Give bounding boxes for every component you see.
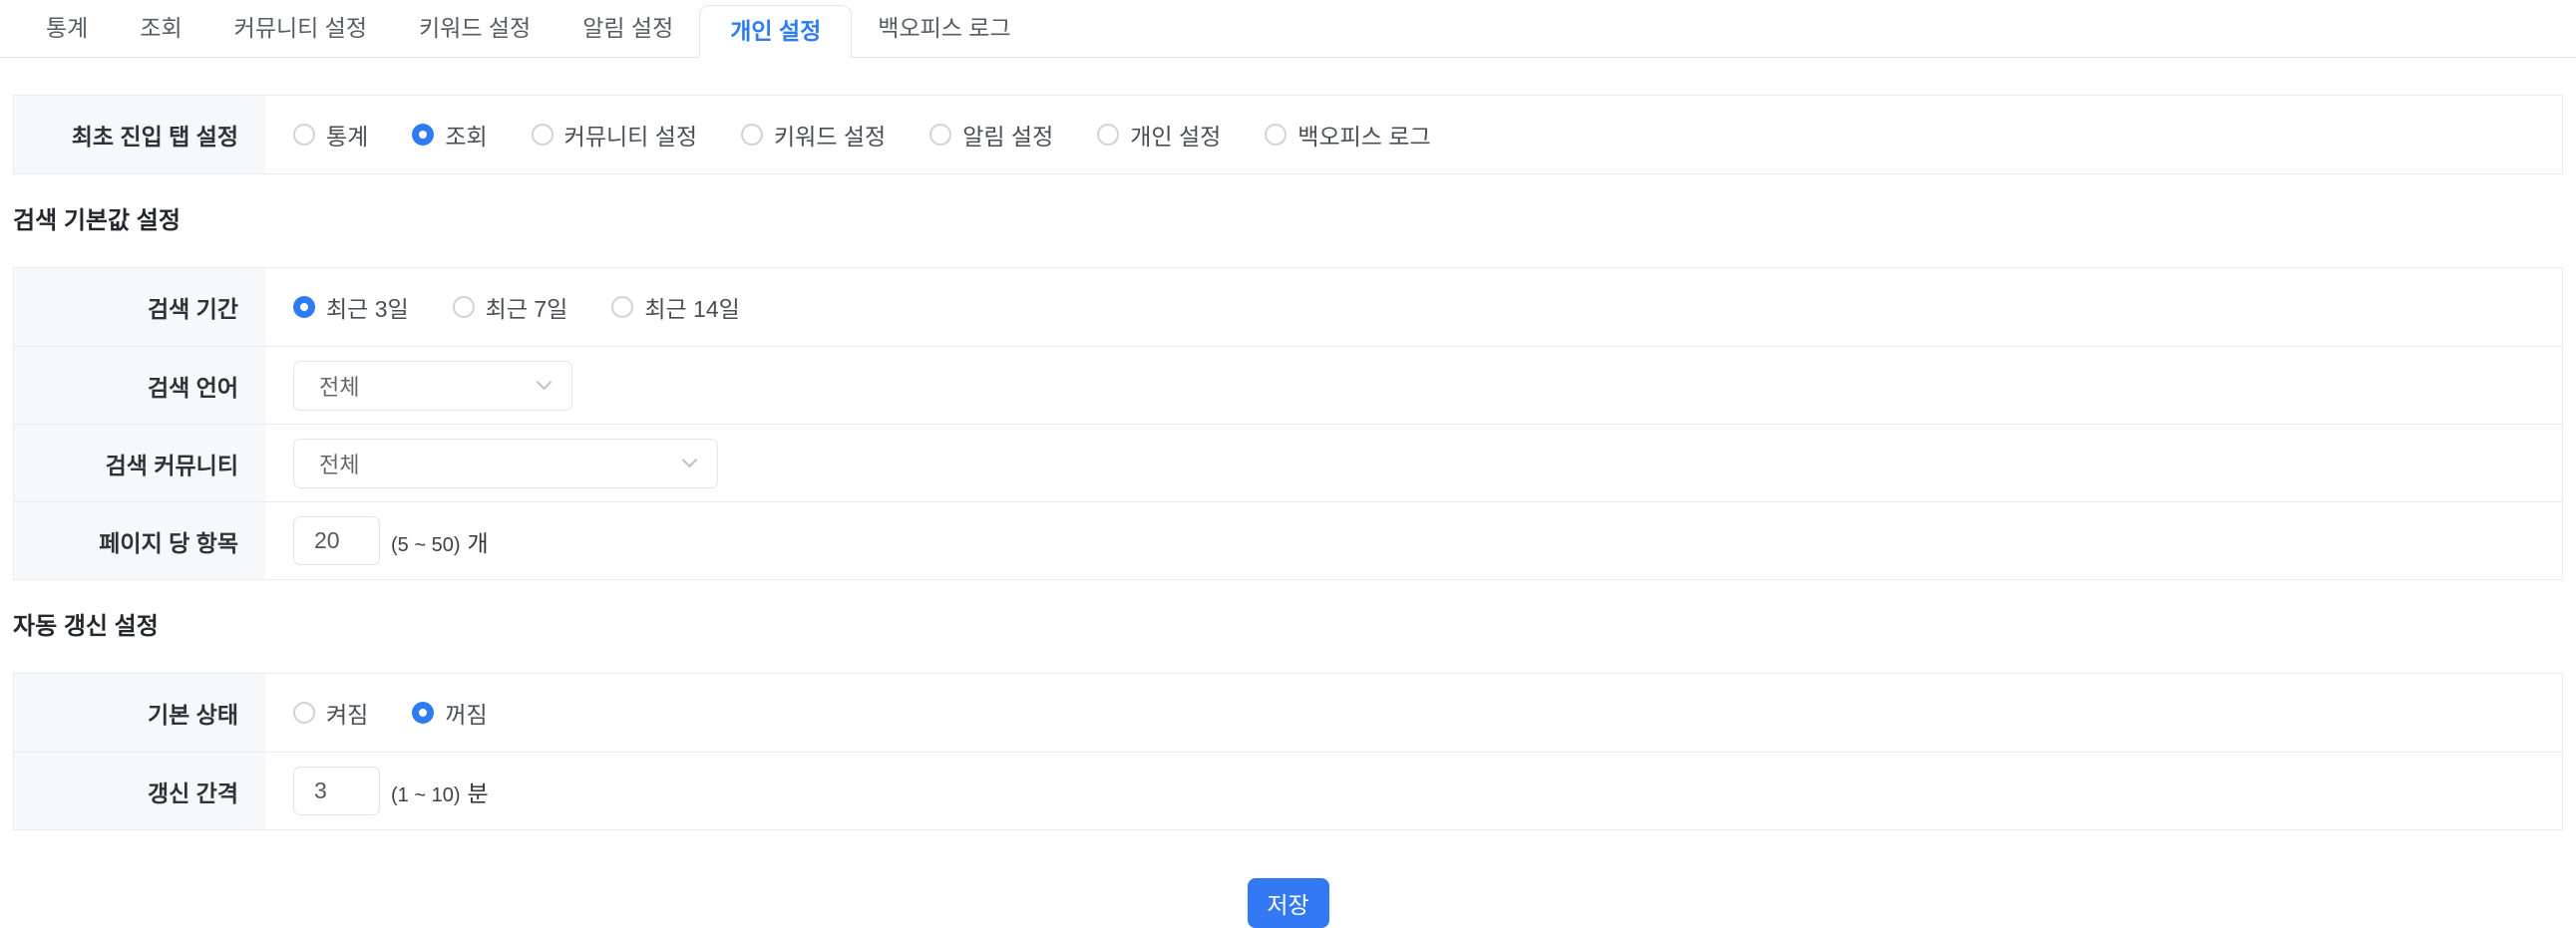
radio-selected-icon[interactable] (412, 702, 434, 724)
search-language-row: 검색 언어 전체 (14, 346, 2562, 424)
search-language-label: 검색 언어 (14, 347, 265, 424)
tab-alert-settings[interactable]: 알림 설정 (556, 0, 699, 57)
radio-unselected-icon[interactable] (453, 296, 475, 318)
default-state-label: 기본 상태 (14, 674, 265, 752)
entry-tab-option-label: 알림 설정 (962, 118, 1053, 152)
page-items-hint: (5 ~ 50) 개 (391, 524, 489, 558)
period-option-14days[interactable]: 최근 14일 (611, 290, 739, 324)
entry-tab-option-backoffice-log[interactable]: 백오피스 로그 (1265, 118, 1430, 152)
radio-unselected-icon[interactable] (532, 124, 553, 146)
page-items-range: (5 ~ 50) (391, 534, 460, 557)
period-option-label: 최근 7일 (486, 290, 568, 324)
search-language-select[interactable]: 전체 (293, 361, 572, 411)
entry-tab-option-stats[interactable]: 통계 (293, 118, 368, 152)
save-button-container: 저장 (0, 878, 2576, 928)
top-tab-bar: 통계 조회 커뮤니티 설정 키워드 설정 알림 설정 개인 설정 백오피스 로그 (0, 0, 2576, 58)
refresh-interval-row: 갱신 간격 (1 ~ 10) 분 (14, 752, 2562, 829)
tab-keyword-settings[interactable]: 키워드 설정 (393, 0, 556, 57)
tab-community-settings[interactable]: 커뮤니티 설정 (208, 0, 393, 57)
tab-personal-settings[interactable]: 개인 설정 (699, 5, 852, 58)
period-option-3days[interactable]: 최근 3일 (293, 290, 409, 324)
page-items-unit: 개 (467, 524, 488, 558)
search-community-value: 전체 (319, 448, 359, 479)
radio-unselected-icon[interactable] (1265, 124, 1287, 146)
page-items-label: 페이지 당 항목 (14, 502, 265, 579)
period-option-label: 최근 14일 (644, 290, 739, 324)
radio-unselected-icon[interactable] (741, 124, 763, 146)
default-state-options: 켜짐 꺼짐 (265, 674, 2562, 752)
page-items-input[interactable] (293, 516, 380, 565)
refresh-interval-range: (1 ~ 10) (391, 784, 460, 807)
radio-selected-icon[interactable] (293, 296, 315, 318)
tab-stats[interactable]: 통계 (20, 0, 114, 57)
entry-tab-option-search[interactable]: 조회 (412, 118, 487, 152)
search-community-content: 전체 (265, 425, 2562, 501)
entry-tab-options: 통계 조회 커뮤니티 설정 키워드 설정 알림 설정 개인 설정 (265, 96, 2562, 173)
radio-unselected-icon[interactable] (293, 124, 315, 146)
radio-unselected-icon[interactable] (611, 296, 633, 318)
search-defaults-title: 검색 기본값 설정 (13, 200, 2563, 235)
state-option-label: 꺼짐 (445, 696, 487, 730)
search-language-content: 전체 (265, 347, 2562, 424)
search-community-select[interactable]: 전체 (293, 439, 718, 488)
period-option-7days[interactable]: 최근 7일 (453, 290, 568, 324)
entry-tab-option-label: 개인 설정 (1130, 118, 1221, 152)
entry-tab-option-community[interactable]: 커뮤니티 설정 (532, 118, 697, 152)
refresh-interval-content: (1 ~ 10) 분 (265, 753, 2562, 829)
chevron-down-icon (682, 453, 698, 468)
refresh-interval-hint: (1 ~ 10) 분 (391, 774, 489, 808)
search-period-row: 검색 기간 최근 3일 최근 7일 최근 14일 (14, 268, 2562, 346)
radio-unselected-icon[interactable] (293, 702, 315, 724)
entry-tab-option-keyword[interactable]: 키워드 설정 (741, 118, 886, 152)
entry-tab-row: 최초 진입 탭 설정 통계 조회 커뮤니티 설정 키워드 설정 알림 설정 (14, 96, 2562, 173)
radio-selected-icon[interactable] (412, 124, 434, 146)
tab-search[interactable]: 조회 (114, 0, 207, 57)
entry-tab-option-label: 백오피스 로그 (1297, 118, 1430, 152)
period-option-label: 최근 3일 (326, 290, 409, 324)
entry-tab-option-label: 커뮤니티 설정 (564, 118, 697, 152)
entry-tab-option-alert[interactable]: 알림 설정 (929, 118, 1053, 152)
refresh-interval-unit: 분 (467, 774, 488, 808)
page-items-content: (5 ~ 50) 개 (265, 502, 2562, 579)
entry-tab-option-label: 통계 (326, 118, 368, 152)
default-state-row: 기본 상태 켜짐 꺼짐 (14, 674, 2562, 752)
auto-refresh-table: 기본 상태 켜짐 꺼짐 갱신 간격 (1 ~ 10) 분 (13, 673, 2563, 830)
search-period-options: 최근 3일 최근 7일 최근 14일 (265, 268, 2562, 346)
entry-tab-table: 최초 진입 탭 설정 통계 조회 커뮤니티 설정 키워드 설정 알림 설정 (13, 95, 2563, 174)
state-option-off[interactable]: 꺼짐 (412, 696, 487, 730)
tab-backoffice-log[interactable]: 백오피스 로그 (852, 0, 1036, 57)
entry-tab-option-label: 키워드 설정 (774, 118, 886, 152)
entry-tab-option-label: 조회 (445, 118, 487, 152)
radio-unselected-icon[interactable] (929, 124, 951, 146)
search-community-label: 검색 커뮤니티 (14, 425, 265, 501)
auto-refresh-title: 자동 갱신 설정 (13, 606, 2563, 641)
state-option-label: 켜짐 (326, 696, 368, 730)
page-items-row: 페이지 당 항목 (5 ~ 50) 개 (14, 501, 2562, 579)
search-defaults-table: 검색 기간 최근 3일 최근 7일 최근 14일 검색 언어 전체 (13, 267, 2563, 580)
refresh-interval-label: 갱신 간격 (14, 753, 265, 829)
chevron-down-icon (537, 375, 552, 391)
radio-unselected-icon[interactable] (1097, 124, 1119, 146)
state-option-on[interactable]: 켜짐 (293, 696, 368, 730)
search-community-row: 검색 커뮤니티 전체 (14, 424, 2562, 501)
search-language-value: 전체 (319, 370, 359, 402)
save-button[interactable]: 저장 (1248, 878, 1329, 928)
entry-tab-label: 최초 진입 탭 설정 (14, 96, 265, 173)
refresh-interval-input[interactable] (293, 767, 380, 815)
search-period-label: 검색 기간 (14, 268, 265, 346)
entry-tab-option-personal[interactable]: 개인 설정 (1097, 118, 1221, 152)
